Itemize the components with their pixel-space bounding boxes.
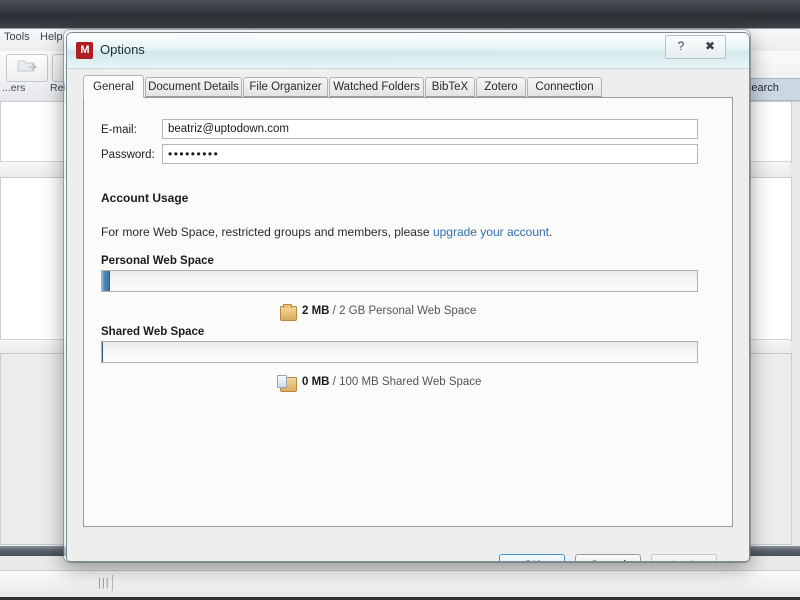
shared-folder-icon <box>277 375 297 392</box>
personal-separator: / <box>329 305 340 317</box>
tab-bibtex[interactable]: BibTeX <box>425 77 475 97</box>
tab-general[interactable]: General <box>83 75 144 98</box>
personal-used-value: 2 MB <box>302 305 330 317</box>
account-usage-description: For more Web Space, restricted groups an… <box>101 225 552 239</box>
help-button[interactable]: ? <box>665 35 697 59</box>
close-icon[interactable]: ✖ <box>695 35 726 59</box>
personal-web-space-meter <box>101 270 698 292</box>
shared-used-value: 0 MB <box>302 376 330 388</box>
tabpanel-general: E-mail: Password: Account Usage For more… <box>83 97 733 527</box>
shared-web-space-label: Shared Web Space <box>101 326 205 338</box>
background-statusbar: ||| <box>0 570 800 600</box>
background-window-titlebar <box>0 0 800 29</box>
menu-item-tools[interactable]: Tools <box>4 31 30 43</box>
toolbar-label-folders: ...ers <box>2 82 26 94</box>
email-label: E-mail: <box>101 124 137 136</box>
personal-web-space-caption: 2 MB / 2 GB Personal Web Space <box>280 304 477 321</box>
account-usage-desc-post: . <box>549 225 553 239</box>
folder-icon <box>280 304 297 321</box>
apply-button: Apply <box>651 554 717 561</box>
shared-separator: / <box>329 376 340 388</box>
options-dialog: M Options ? ✖ General Document Details F… <box>66 32 750 562</box>
shared-web-space-meter-fill <box>102 342 103 362</box>
dialog-titlebar[interactable]: M Options ? ✖ <box>67 33 749 69</box>
menu-item-help[interactable]: Help <box>40 31 63 43</box>
upgrade-account-link[interactable]: upgrade your account <box>433 225 549 239</box>
tab-zotero[interactable]: Zotero <box>476 77 526 97</box>
mendeley-logo-glyph: M <box>80 44 89 56</box>
folder-arrow-icon <box>17 58 38 78</box>
personal-quota-text: 2 GB Personal Web Space <box>339 305 477 317</box>
cancel-button[interactable]: Cancel <box>575 554 641 561</box>
email-field[interactable] <box>162 119 698 139</box>
password-label: Password: <box>101 149 155 161</box>
tab-watched-folders[interactable]: Watched Folders <box>329 77 424 97</box>
tab-document-details[interactable]: Document Details <box>145 77 242 97</box>
personal-web-space-meter-fill <box>102 271 110 291</box>
dialog-title: Options <box>100 42 145 57</box>
personal-web-space-label: Personal Web Space <box>101 255 214 267</box>
shared-web-space-meter <box>101 341 698 363</box>
password-field[interactable] <box>162 144 698 164</box>
tab-file-organizer[interactable]: File Organizer <box>243 77 328 97</box>
toolbar-button-folders[interactable] <box>6 54 48 82</box>
splitter-grip-icon[interactable]: ||| <box>98 577 110 589</box>
shared-web-space-caption: 0 MB / 100 MB Shared Web Space <box>277 375 482 392</box>
account-usage-desc-pre: For more Web Space, restricted groups an… <box>101 225 433 239</box>
screen: Tools Help ...ers Rel... Search ||| M Op… <box>0 0 800 600</box>
statusbar-splitter[interactable] <box>112 575 113 591</box>
dialog-tabstrip: General Document Details File Organizer … <box>83 75 733 98</box>
ok-button[interactable]: OK <box>499 554 565 561</box>
account-usage-title: Account Usage <box>101 191 189 205</box>
mendeley-logo-icon: M <box>76 42 93 59</box>
shared-quota-text: 100 MB Shared Web Space <box>339 376 482 388</box>
tab-connection[interactable]: Connection <box>527 77 602 97</box>
